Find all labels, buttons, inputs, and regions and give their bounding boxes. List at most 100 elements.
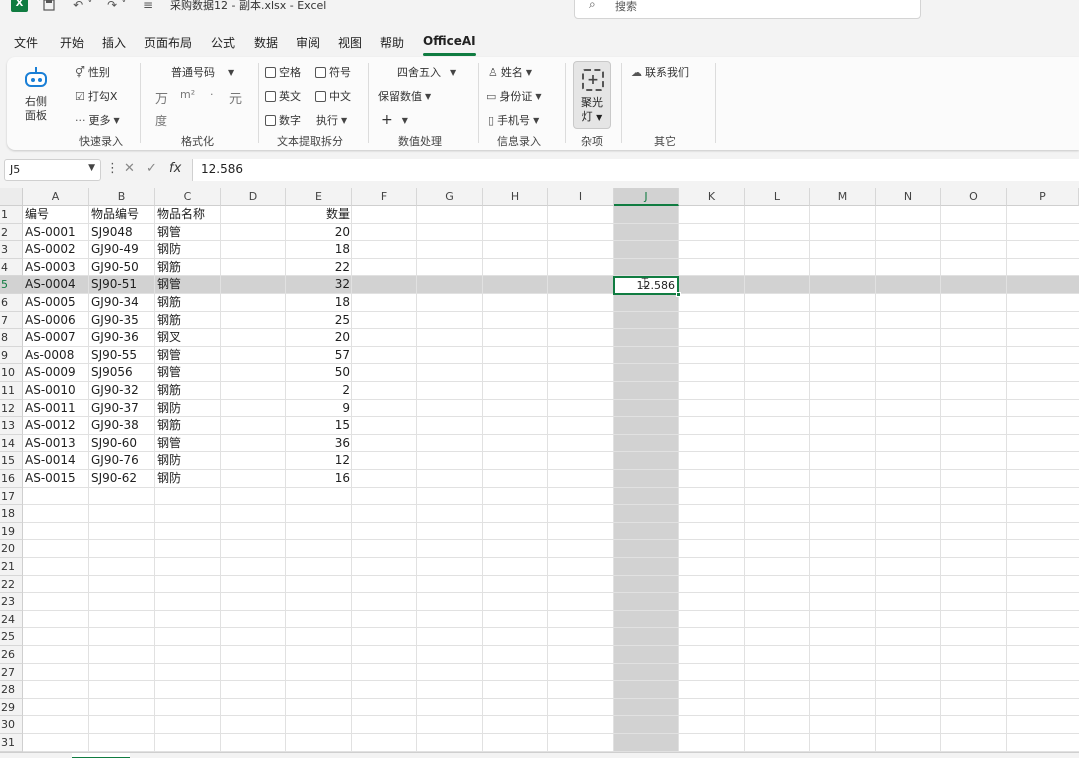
undo-icon[interactable]: ↶ ˅ xyxy=(70,0,96,14)
table-cell[interactable]: 钢防 xyxy=(155,452,221,470)
row-header-23[interactable]: 23 xyxy=(0,593,23,611)
row-header-28[interactable]: 28 xyxy=(0,681,23,699)
row-header-29[interactable]: 29 xyxy=(0,698,23,717)
table-cell[interactable]: 钢筋 xyxy=(155,294,221,312)
row-header-18[interactable]: 18 xyxy=(0,505,23,523)
execute-button[interactable]: 执行 ▼ xyxy=(316,112,347,128)
spotlight-button[interactable]: + 聚光 灯 ▼ xyxy=(573,61,611,129)
select-all-corner[interactable] xyxy=(0,188,23,206)
table-cell[interactable]: 9 xyxy=(286,400,352,418)
table-cell[interactable]: SJ9056 xyxy=(89,364,155,382)
table-cell[interactable]: 32 xyxy=(286,276,352,294)
formula-input[interactable]: 12.586 xyxy=(192,159,1079,181)
column-header-e[interactable]: E xyxy=(286,188,352,206)
enter-icon[interactable]: ✓ xyxy=(146,161,157,176)
cancel-icon[interactable]: ✕ xyxy=(124,161,135,176)
table-cell[interactable]: 钢防 xyxy=(155,241,221,259)
table-cell[interactable]: AS-0014 xyxy=(23,452,89,470)
table-cell[interactable]: AS-0009 xyxy=(23,364,89,382)
column-header-k[interactable]: K xyxy=(679,188,745,206)
row-header-2[interactable]: 2 xyxy=(0,223,23,242)
table-cell[interactable]: AS-0002 xyxy=(23,241,89,259)
table-cell[interactable]: 16 xyxy=(286,470,352,488)
column-header-h[interactable]: H xyxy=(483,188,548,206)
tab-home[interactable]: 开始 xyxy=(60,34,84,51)
table-cell[interactable]: As-0008 xyxy=(23,347,89,365)
table-cell[interactable]: 22 xyxy=(286,259,352,277)
table-cell[interactable]: GJ90-50 xyxy=(89,259,155,277)
keep-value-button[interactable]: 保留数值 ▼ xyxy=(378,88,431,104)
column-header-j[interactable]: J xyxy=(614,188,679,206)
header-cell-e1[interactable]: 数量 xyxy=(286,206,352,224)
row-header-4[interactable]: 4 xyxy=(0,258,23,277)
table-cell[interactable]: SJ90-55 xyxy=(89,347,155,365)
table-cell[interactable]: AS-0010 xyxy=(23,382,89,400)
tab-data[interactable]: 数据 xyxy=(254,34,278,51)
customize-icon[interactable]: ≡ xyxy=(142,0,154,14)
table-cell[interactable]: 钢管 xyxy=(155,364,221,382)
row-header-12[interactable]: 12 xyxy=(0,399,23,418)
du-button[interactable]: 度 xyxy=(155,112,167,129)
name-box[interactable]: J5 ▼ xyxy=(4,159,101,181)
table-cell[interactable]: 18 xyxy=(286,294,352,312)
header-cell-c1[interactable]: 物品名称 xyxy=(155,206,221,224)
column-header-f[interactable]: F xyxy=(352,188,417,206)
table-cell[interactable]: GJ90-76 xyxy=(89,452,155,470)
yuan-button[interactable]: 元 xyxy=(229,88,242,107)
table-cell[interactable]: 钢筋 xyxy=(155,312,221,330)
column-header-a[interactable]: A xyxy=(23,188,89,206)
column-header-m[interactable]: M xyxy=(810,188,876,206)
column-header-d[interactable]: D xyxy=(221,188,286,206)
row-header-10[interactable]: 10 xyxy=(0,364,23,382)
table-cell[interactable]: SJ90-60 xyxy=(89,435,155,453)
table-cell[interactable]: 20 xyxy=(286,224,352,242)
column-header-c[interactable]: C xyxy=(155,188,221,206)
symbol-checkbox[interactable]: 符号 xyxy=(315,64,351,80)
table-cell[interactable]: 钢叉 xyxy=(155,329,221,347)
table-cell[interactable]: 钢管 xyxy=(155,276,221,294)
row-header-5[interactable]: 5 xyxy=(0,276,23,294)
column-header-p[interactable]: P xyxy=(1007,188,1079,206)
tab-page-layout[interactable]: 页面布局 xyxy=(144,34,192,51)
function-icon[interactable]: fx xyxy=(169,161,181,176)
table-cell[interactable]: AS-0013 xyxy=(23,435,89,453)
number-format-dropdown[interactable]: 普通号码 ▼ xyxy=(171,64,234,80)
column-header-o[interactable]: O xyxy=(941,188,1007,206)
table-cell[interactable]: 钢防 xyxy=(155,400,221,418)
column-header-i[interactable]: I xyxy=(548,188,614,206)
tab-file[interactable]: 文件 xyxy=(14,34,38,51)
row-header-15[interactable]: 15 xyxy=(0,452,23,470)
table-cell[interactable]: SJ9048 xyxy=(89,224,155,242)
row-header-26[interactable]: 26 xyxy=(0,646,23,664)
table-cell[interactable]: 57 xyxy=(286,347,352,365)
row-header-22[interactable]: 22 xyxy=(0,575,23,594)
table-cell[interactable]: 钢筋 xyxy=(155,382,221,400)
row-header-1[interactable]: 1 xyxy=(0,206,23,224)
search-box[interactable]: ⌕ 搜索 xyxy=(574,0,921,19)
table-cell[interactable]: GJ90-36 xyxy=(89,329,155,347)
row-header-8[interactable]: 8 xyxy=(0,329,23,347)
table-cell[interactable]: GJ90-35 xyxy=(89,312,155,330)
table-cell[interactable]: GJ90-37 xyxy=(89,400,155,418)
row-header-24[interactable]: 24 xyxy=(0,610,23,629)
table-cell[interactable]: AS-0011 xyxy=(23,400,89,418)
row-header-19[interactable]: 19 xyxy=(0,522,23,541)
row-header-25[interactable]: 25 xyxy=(0,628,23,646)
table-cell[interactable]: 钢防 xyxy=(155,470,221,488)
table-cell[interactable]: 钢筋 xyxy=(155,417,221,435)
m2-button[interactable]: m² xyxy=(180,88,195,101)
table-cell[interactable]: 钢筋 xyxy=(155,259,221,277)
header-cell-b1[interactable]: 物品编号 xyxy=(89,206,155,224)
tab-formulas[interactable]: 公式 xyxy=(211,34,235,51)
table-cell[interactable]: 36 xyxy=(286,435,352,453)
space-checkbox[interactable]: 空格 xyxy=(265,64,301,80)
table-cell[interactable]: GJ90-38 xyxy=(89,417,155,435)
row-header-9[interactable]: 9 xyxy=(0,346,23,365)
table-cell[interactable]: AS-0004 xyxy=(23,276,89,294)
row-header-6[interactable]: 6 xyxy=(0,294,23,312)
table-cell[interactable]: 50 xyxy=(286,364,352,382)
row-header-27[interactable]: 27 xyxy=(0,663,23,682)
chinese-checkbox[interactable]: 中文 xyxy=(315,88,351,104)
row-header-11[interactable]: 11 xyxy=(0,382,23,400)
row-header-16[interactable]: 16 xyxy=(0,470,23,488)
